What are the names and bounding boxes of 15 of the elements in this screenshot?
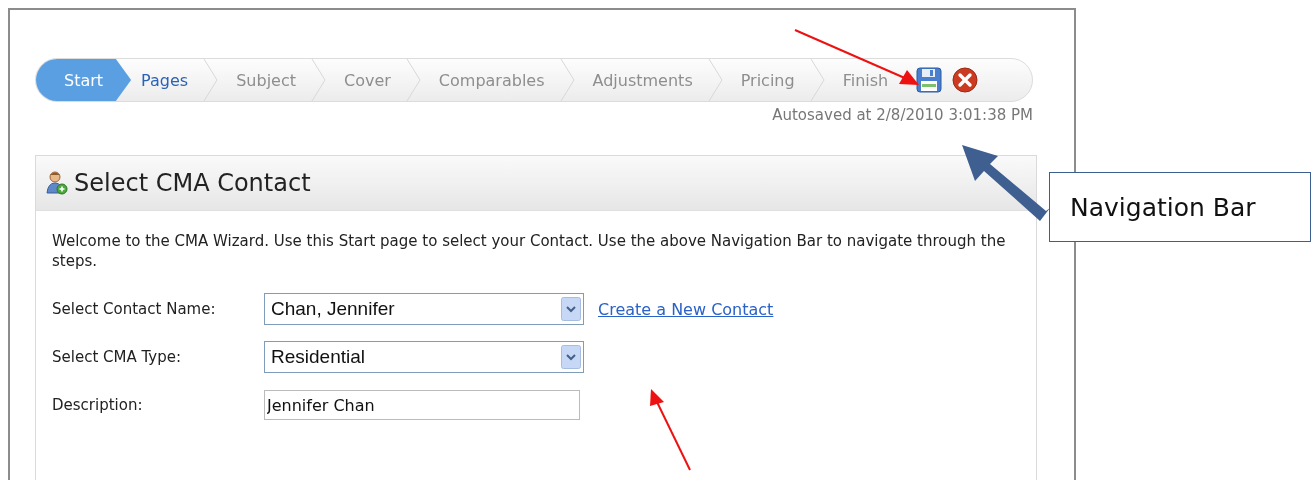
close-icon[interactable] xyxy=(952,67,979,93)
panel-title: Select CMA Contact xyxy=(74,169,311,197)
autosave-status: Autosaved at 2/8/2010 3:01:38 PM xyxy=(771,106,1033,126)
intro-text: Welcome to the CMA Wizard. Use this Start page to select your Contact. Use the above Navigation Bar to navigate through the steps. xyxy=(52,231,1007,271)
save-icon[interactable] xyxy=(916,67,943,93)
create-contact-link[interactable]: Create a New Contact xyxy=(598,299,774,319)
field-label: Description: xyxy=(52,396,144,414)
dropdown-field[interactable]: Chan, Jennifer xyxy=(264,293,584,325)
description-field[interactable]: Jennifer Chan xyxy=(264,390,580,420)
user-add-icon xyxy=(46,171,68,195)
dropdown-field[interactable]: Residential xyxy=(264,341,584,373)
callout-label: Navigation Bar xyxy=(1049,172,1311,242)
field-label: Select CMA Type: xyxy=(52,348,182,366)
field-label: Select Contact Name: xyxy=(52,300,217,318)
wizard-step-tab[interactable]: Start xyxy=(36,59,132,101)
